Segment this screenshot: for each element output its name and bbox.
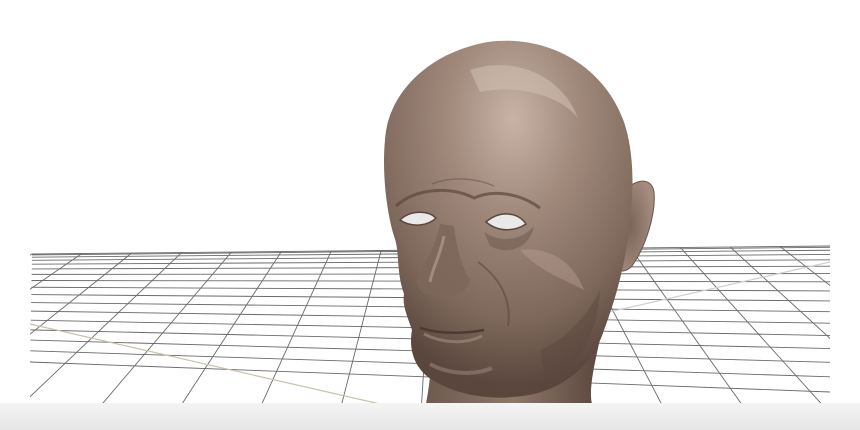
- grid-line: [829, 246, 830, 247]
- grid-line: [630, 247, 742, 403]
- 3d-viewport[interactable]: [0, 0, 860, 430]
- head-model[interactable]: [384, 40, 655, 404]
- grid-line: [680, 247, 822, 403]
- viewport-canvas[interactable]: [0, 0, 860, 430]
- grid-line: [729, 246, 830, 339]
- viewport-bottom-bar: [0, 403, 860, 430]
